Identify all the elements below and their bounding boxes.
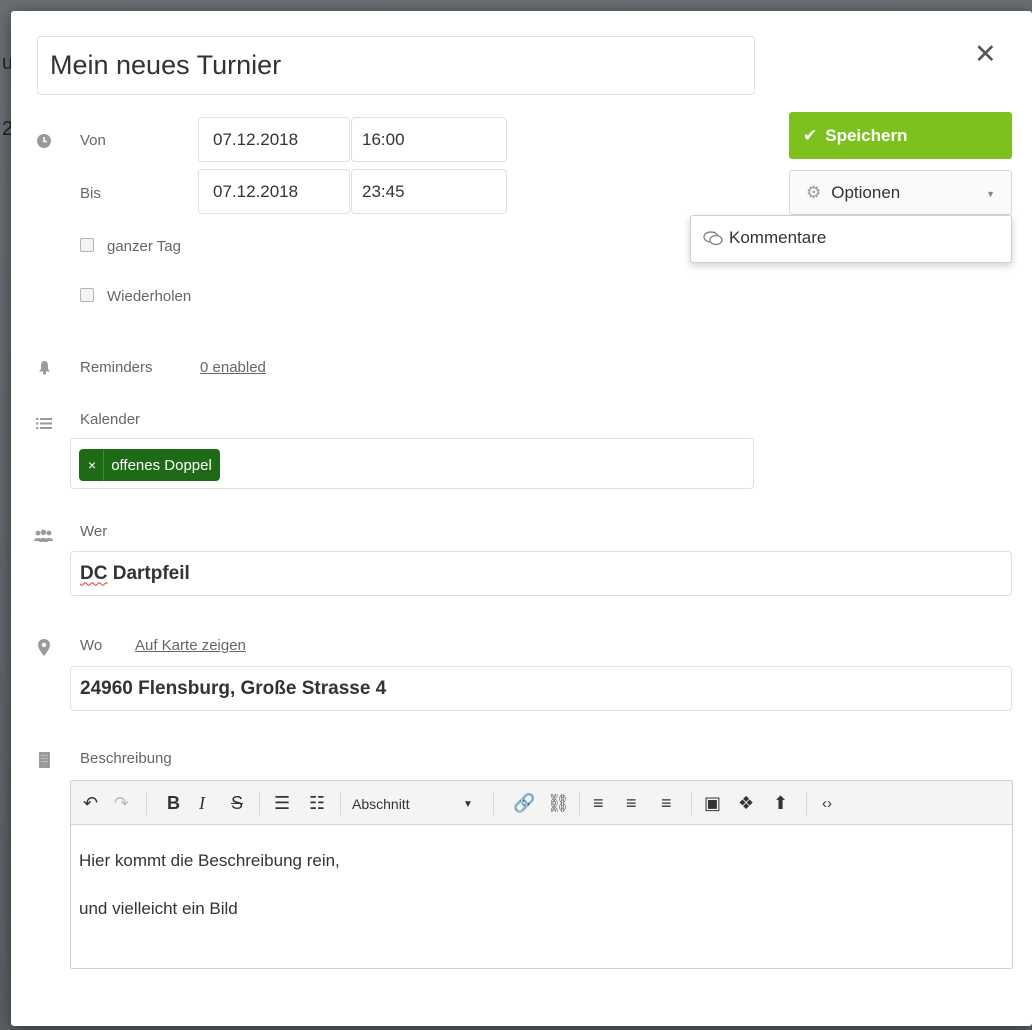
strikethrough-icon[interactable]: S xyxy=(231,792,243,814)
redo-icon[interactable]: ↷ xyxy=(114,792,129,814)
image-icon[interactable]: ▣ xyxy=(704,792,721,814)
comments-menu-item[interactable]: Kommentare xyxy=(703,228,826,248)
clock-icon xyxy=(37,134,51,148)
toolbar-divider xyxy=(146,791,147,815)
undo-icon[interactable]: ↶ xyxy=(83,792,98,814)
align-center-icon[interactable]: ≡ xyxy=(626,792,637,814)
editor-content[interactable]: Hier kommt die Beschreibung rein, und vi… xyxy=(79,837,340,933)
to-date-input[interactable]: 07.12.2018 xyxy=(198,169,350,214)
link-icon[interactable]: 🔗 xyxy=(513,792,535,814)
align-left-icon[interactable]: ≡ xyxy=(593,792,604,814)
repeat-checkbox[interactable] xyxy=(80,288,94,302)
italic-icon[interactable]: I xyxy=(199,792,205,814)
list-icon xyxy=(36,418,52,429)
comments-icon xyxy=(703,231,723,246)
toolbar-divider xyxy=(806,791,807,815)
unlink-icon[interactable]: ⛓ xyxy=(547,792,570,814)
caret-down-icon: ▼ xyxy=(986,189,995,199)
editor-line: und vielleicht ein Bild xyxy=(79,899,238,918)
check-icon: ✔ xyxy=(803,125,818,145)
caret-down-icon[interactable]: ▼ xyxy=(463,794,473,816)
reminders-label: Reminders xyxy=(80,359,153,376)
code-view-icon[interactable]: ‹› xyxy=(822,793,832,815)
reminders-link[interactable]: 0 enabled xyxy=(200,359,266,376)
dropbox-icon[interactable]: ❖ xyxy=(738,792,754,814)
show-on-map-link[interactable]: Auf Karte zeigen xyxy=(135,637,246,654)
options-button[interactable]: ⚙ Optionen ▼ xyxy=(789,170,1012,215)
description-label: Beschreibung xyxy=(80,750,172,767)
toolbar-divider xyxy=(340,791,341,815)
comments-label: Kommentare xyxy=(729,228,827,247)
description-editor: ↶ ↷ B I S ☰ ☷ Abschnitt ▼ 🔗 ⛓ ≡ ≡ ≡ ▣ ❖ … xyxy=(70,780,1013,969)
all-day-checkbox[interactable] xyxy=(80,238,94,252)
tag-remove-button[interactable]: × xyxy=(79,449,105,481)
bullet-list-icon[interactable]: ☰ xyxy=(274,792,290,814)
bell-icon xyxy=(39,361,50,375)
numbered-list-icon[interactable]: ☷ xyxy=(309,792,325,814)
who-value-rest: Dartpfeil xyxy=(107,562,190,584)
gear-icon: ⚙ xyxy=(806,182,822,202)
tag-label: offenes Doppel xyxy=(111,456,212,474)
where-label: Wo xyxy=(80,637,103,654)
align-right-icon[interactable]: ≡ xyxy=(661,792,672,814)
bold-icon[interactable]: B xyxy=(167,792,180,814)
options-dropdown: Kommentare xyxy=(690,215,1012,263)
close-icon[interactable]: ✕ xyxy=(974,41,997,68)
upload-icon[interactable]: ⬆ xyxy=(773,792,788,814)
editor-line: Hier kommt die Beschreibung rein, xyxy=(79,851,340,870)
toolbar-divider xyxy=(493,791,494,815)
where-input[interactable]: 24960 Flensburg, Große Strasse 4 xyxy=(70,666,1012,711)
to-label: Bis xyxy=(80,185,101,202)
to-time-input[interactable]: 23:45 xyxy=(351,169,507,214)
document-icon xyxy=(39,752,50,768)
location-pin-icon xyxy=(38,639,50,656)
format-select[interactable]: Abschnitt xyxy=(352,793,410,815)
calendar-label: Kalender xyxy=(80,411,141,428)
from-date-input[interactable]: 07.12.2018 xyxy=(198,117,350,162)
repeat-label: Wiederholen xyxy=(107,288,192,305)
calendar-input[interactable]: × offenes Doppel xyxy=(70,438,754,489)
who-input[interactable]: DC Dartpfeil xyxy=(70,551,1012,596)
save-label: Speichern xyxy=(825,125,908,145)
toolbar-divider xyxy=(259,791,260,815)
calendar-tag: × offenes Doppel xyxy=(79,449,220,481)
title-input[interactable]: Mein neues Turnier xyxy=(37,36,755,95)
users-icon xyxy=(34,529,53,542)
who-value-first: DC xyxy=(80,562,108,584)
from-label: Von xyxy=(80,132,106,149)
all-day-label: ganzer Tag xyxy=(107,238,181,255)
save-button[interactable]: ✔ Speichern xyxy=(789,112,1012,159)
toolbar-divider xyxy=(579,791,580,815)
event-dialog: Mein neues Turnier ✕ Von 07.12.2018 16:0… xyxy=(11,11,1032,1026)
who-label: Wer xyxy=(80,523,108,540)
toolbar-divider xyxy=(691,791,692,815)
options-label: Optionen xyxy=(831,182,901,202)
editor-toolbar: ↶ ↷ B I S ☰ ☷ Abschnitt ▼ 🔗 ⛓ ≡ ≡ ≡ ▣ ❖ … xyxy=(71,781,1012,825)
from-time-input[interactable]: 16:00 xyxy=(351,117,507,162)
